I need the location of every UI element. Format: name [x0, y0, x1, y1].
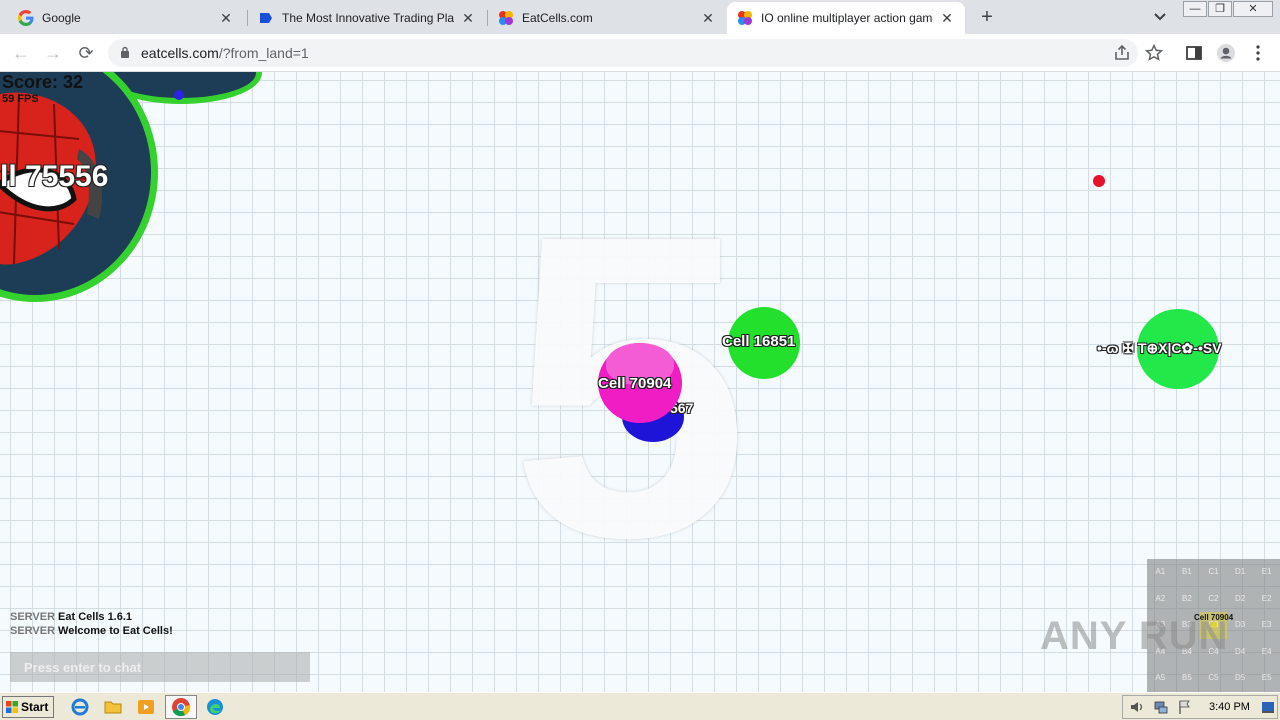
window-close-button[interactable]: ✕	[1233, 1, 1273, 17]
game-canvas[interactable]: ll 75556 Score: 32 59 FPS 5 Cell 16851 5…	[0, 72, 1280, 692]
food-pellet	[1093, 175, 1105, 187]
flag-icon[interactable]	[1177, 699, 1193, 715]
file-explorer-icon[interactable]	[103, 697, 123, 717]
cell-label: Cell 70904	[598, 375, 672, 392]
forward-button[interactable]: →	[42, 42, 64, 64]
google-icon	[18, 10, 34, 26]
new-tab-button[interactable]: +	[976, 6, 998, 28]
chat-sender: SERVER	[10, 611, 56, 623]
minimap-sector: C5	[1208, 673, 1219, 683]
tab-title: The Most Innovative Trading Platform	[282, 11, 454, 25]
score-display: Score: 32	[2, 72, 84, 92]
cell-label: ll 75556	[0, 160, 109, 193]
chevron-down-icon[interactable]	[1150, 8, 1170, 26]
minimap-sector: D5	[1234, 673, 1246, 683]
close-icon[interactable]: ✕	[700, 10, 716, 26]
restore-button[interactable]: ❐	[1208, 1, 1232, 17]
food-pellet	[174, 90, 184, 100]
minimap-sector: A2	[1155, 593, 1166, 603]
more-menu-icon[interactable]	[1248, 43, 1268, 63]
show-desktop-icon[interactable]	[1261, 700, 1275, 714]
windows-logo-icon	[6, 701, 18, 713]
close-icon[interactable]: ✕	[939, 10, 955, 26]
side-panel-icon[interactable]	[1184, 43, 1204, 63]
profile-icon[interactable]	[1216, 43, 1236, 63]
internet-explorer-icon[interactable]	[70, 697, 90, 717]
cell-label: Cell 16851	[722, 333, 796, 350]
tab-google[interactable]: Google ✕	[8, 2, 244, 34]
close-icon[interactable]: ✕	[218, 10, 234, 26]
chat-text: Eat Cells 1.6.1	[58, 611, 133, 623]
minimap-sector: D2	[1234, 593, 1246, 603]
back-button[interactable]: ←	[10, 42, 32, 64]
system-tray: 3:40 PM	[1122, 695, 1278, 719]
anyrun-watermark: ANY RUN	[1040, 614, 1229, 658]
clock: 3:40 PM	[1209, 701, 1250, 713]
tab-strip: Google ✕ The Most Innovative Trading Pla…	[0, 0, 1280, 34]
minimap-sector: C1	[1208, 567, 1219, 576]
trading-platform-icon	[260, 13, 272, 23]
minimap-sector: C2	[1208, 593, 1219, 603]
minimap-sector: E1	[1261, 567, 1272, 576]
minimap-sector: E2	[1261, 593, 1272, 603]
minimap-sector: B2	[1181, 593, 1192, 603]
taskbar: Start 3:40 PM	[0, 692, 1280, 720]
url-host: eatcells.com	[141, 45, 219, 61]
tab-title: Google	[42, 11, 81, 25]
chat-sender: SERVER	[10, 625, 56, 637]
chat-message: SERVER Eat Cells 1.6.1	[10, 611, 132, 623]
chat-input[interactable]	[10, 652, 310, 682]
tab-title: IO online multiplayer action game. Stay	[761, 11, 933, 25]
browser-toolbar: ← → ⟳ eatcells.com/?from_land=1	[0, 34, 1280, 72]
url-path: /?from_land=1	[218, 45, 309, 61]
minimap-sector: A1	[1155, 567, 1166, 576]
url-text: eatcells.com/?from_land=1	[141, 45, 309, 61]
chat-text: Welcome to Eat Cells!	[58, 625, 173, 637]
minimap-sector: E5	[1261, 673, 1272, 683]
bookmark-star-icon[interactable]	[1144, 43, 1164, 63]
chat-message: SERVER Welcome to Eat Cells!	[10, 625, 173, 637]
tab-title: EatCells.com	[522, 11, 593, 25]
address-bar[interactable]: eatcells.com/?from_land=1	[108, 39, 1138, 67]
minimap-sector: B5	[1181, 673, 1192, 683]
eatcells-icon	[738, 11, 752, 25]
taskbar-chrome-button[interactable]	[165, 695, 197, 719]
share-icon[interactable]	[1112, 43, 1132, 63]
volume-icon[interactable]	[1129, 699, 1145, 715]
minimap-sector: E4	[1261, 646, 1272, 656]
minimap-sector: A5	[1155, 673, 1166, 683]
minimize-button[interactable]: —	[1183, 1, 1207, 17]
media-player-icon[interactable]	[136, 697, 156, 717]
tab-eatcells[interactable]: EatCells.com ✕	[488, 2, 726, 34]
tab-trading-platform[interactable]: The Most Innovative Trading Platform ✕	[248, 2, 486, 34]
fps-display: 59 FPS	[2, 93, 39, 105]
minimap-sector: D1	[1234, 567, 1246, 576]
minimap-sector: B1	[1181, 567, 1192, 576]
lock-icon	[121, 46, 129, 58]
reload-button[interactable]: ⟳	[75, 42, 97, 64]
tab-io-game[interactable]: IO online multiplayer action game. Stay …	[727, 2, 965, 34]
edge-icon[interactable]	[205, 697, 225, 717]
cell-label: •-ɷ ✠ T⊕X|C✿-•SV	[1097, 340, 1222, 356]
close-icon[interactable]: ✕	[460, 10, 476, 26]
minimap-sector: D4	[1234, 646, 1246, 656]
start-button[interactable]: Start	[2, 696, 54, 718]
eatcells-icon	[499, 11, 513, 25]
start-label: Start	[21, 700, 49, 714]
chrome-icon	[172, 698, 191, 717]
minimap-sector: E3	[1261, 620, 1272, 630]
network-icon[interactable]	[1153, 699, 1169, 715]
